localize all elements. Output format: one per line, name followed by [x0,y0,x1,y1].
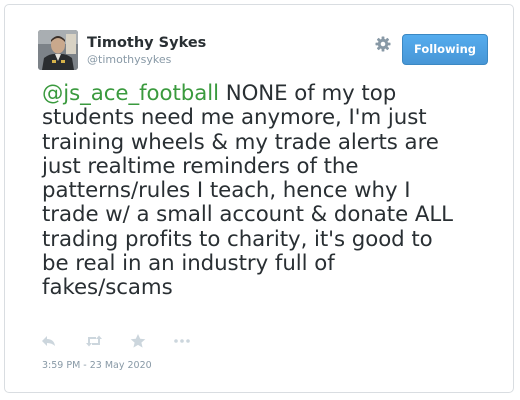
tweet-line: trading profits to charity, it's good to [42,226,433,252]
author-name[interactable]: Timothy Sykes [87,35,206,52]
more-icon[interactable] [173,333,191,349]
star-icon[interactable] [129,333,147,349]
avatar[interactable] [38,30,78,70]
mention-link[interactable]: @js_ace_football [42,81,219,106]
tweet-line: trade w/ a small account & donate ALL [42,202,453,228]
reply-icon[interactable] [40,333,58,349]
following-button[interactable]: Following [402,34,488,65]
tweet-line: patterns/rules I teach, hence why I [42,178,411,204]
tweet-line: NONE of my top [218,81,397,106]
tweet-card: Timothy Sykes @timothysykes Following @j… [4,4,514,393]
gear-icon[interactable] [374,35,392,53]
avatar-photo [38,30,78,70]
tweet-line: fakes/scams [42,275,173,301]
tweet-text: @js_ace_football NONE of my top students … [42,81,492,301]
tweet-line: just realtime reminders of the [42,153,359,179]
tweet-line: students need me anymore, I'm just [42,105,427,131]
author-handle[interactable]: @timothysykes [87,53,171,66]
tweet-timestamp[interactable]: 3:59 PM - 23 May 2020 [42,360,152,372]
retweet-icon[interactable] [85,333,103,349]
tweet-line: be real in an industry full of [42,251,335,277]
tweet-line: training wheels & my trade alerts are [42,129,439,155]
